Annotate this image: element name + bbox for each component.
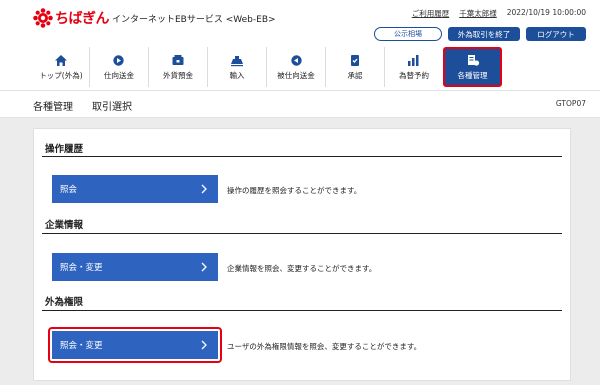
- main-nav: トップ(外為) 仕向送金 外貨預金 輸入 被仕向送金 承認 為替予約 各種管理: [33, 47, 502, 87]
- button-label: 照会・変更: [60, 341, 103, 351]
- brand-name: ちばぎん: [55, 11, 110, 27]
- breadcrumb-section: 各種管理: [33, 102, 73, 113]
- section-title-operation-history: 操作履歴: [45, 144, 84, 155]
- breadcrumb: 各種管理 取引選択 GTOP07: [0, 90, 600, 118]
- user-name-link[interactable]: 千葉太郎様: [459, 8, 497, 19]
- transaction-card: 操作履歴 照会 操作の履歴を照会することができます。 企業情報 照会・変更 企業…: [33, 128, 571, 381]
- fx-authority-description: ユーザの外為権限情報を照会、変更することができます。: [227, 342, 422, 351]
- nav-item-incoming-remittance[interactable]: 被仕向送金: [266, 47, 325, 87]
- operation-history-description: 操作の履歴を照会することができます。: [227, 186, 362, 195]
- nav-item-approval[interactable]: 承認: [325, 47, 384, 87]
- management-icon: [466, 54, 480, 67]
- app-header: ちばぎん インターネットEBサービス <Web-EB> ご利用履歴 千葉太郎様 …: [0, 0, 600, 90]
- fx-authority-edit-button[interactable]: 照会・変更: [52, 331, 218, 359]
- nav-item-label: 被仕向送金: [277, 70, 315, 80]
- fx-contract-icon: [407, 54, 421, 67]
- foreign-deposit-icon: [171, 54, 185, 67]
- outgoing-remittance-icon: [112, 54, 126, 67]
- nav-item-label: 各種管理: [457, 70, 488, 80]
- chevron-right-icon: [199, 183, 209, 195]
- import-icon: [230, 54, 244, 67]
- screen-id: GTOP07: [555, 99, 586, 108]
- nav-item-label: 外貨預金: [163, 70, 193, 80]
- header-buttons: 公示相場 外為取引を終了 ログアウト: [374, 27, 586, 41]
- nav-item-label: 承認: [347, 70, 363, 80]
- bank-logo-mark-icon: [33, 8, 53, 28]
- approval-icon: [348, 54, 362, 67]
- nav-item-label: 為替予約: [399, 70, 429, 80]
- nav-item-label: 仕向送金: [104, 70, 134, 80]
- nav-item-management[interactable]: 各種管理: [443, 47, 502, 87]
- bank-logo: ちばぎん インターネットEBサービス <Web-EB>: [33, 7, 276, 29]
- chevron-right-icon: [199, 261, 209, 273]
- operation-history-inquiry-button[interactable]: 照会: [52, 175, 218, 203]
- nav-item-top[interactable]: トップ(外為): [33, 47, 89, 87]
- exchange-rate-button[interactable]: 公示相場: [374, 27, 442, 41]
- nav-item-label: 輸入: [229, 70, 245, 80]
- nav-item-foreign-deposit[interactable]: 外貨預金: [148, 47, 207, 87]
- button-label: 照会: [60, 185, 78, 195]
- usage-history-link[interactable]: ご利用履歴: [412, 8, 450, 19]
- main-content: 操作履歴 照会 操作の履歴を照会することができます。 企業情報 照会・変更 企業…: [0, 118, 600, 385]
- logout-button[interactable]: ログアウト: [526, 27, 586, 41]
- end-fx-trading-button[interactable]: 外為取引を終了: [448, 27, 520, 41]
- nav-item-import[interactable]: 輸入: [207, 47, 266, 87]
- page-title: 取引選択: [92, 102, 132, 113]
- section-title-fx-authority: 外為権限: [45, 297, 84, 308]
- section-divider: [42, 310, 562, 311]
- nav-item-outgoing-remittance[interactable]: 仕向送金: [89, 47, 148, 87]
- incoming-remittance-icon: [289, 54, 303, 67]
- company-info-description: 企業情報を照会、変更することができます。: [227, 264, 377, 273]
- nav-item-fx-contract[interactable]: 為替予約: [384, 47, 443, 87]
- company-info-edit-button[interactable]: 照会・変更: [52, 253, 218, 281]
- service-name: インターネットEBサービス <Web-EB>: [112, 14, 276, 25]
- utility-links: ご利用履歴 千葉太郎様 2022/10/19 10:00:00: [412, 8, 586, 19]
- section-divider: [42, 233, 562, 234]
- section-divider: [42, 156, 562, 157]
- section-title-company-info: 企業情報: [45, 220, 84, 231]
- home-icon: [54, 54, 68, 67]
- login-datetime: 2022/10/19 10:00:00: [506, 8, 586, 17]
- chevron-right-icon: [199, 339, 209, 351]
- button-label: 照会・変更: [60, 263, 103, 273]
- nav-item-label: トップ(外為): [39, 70, 83, 80]
